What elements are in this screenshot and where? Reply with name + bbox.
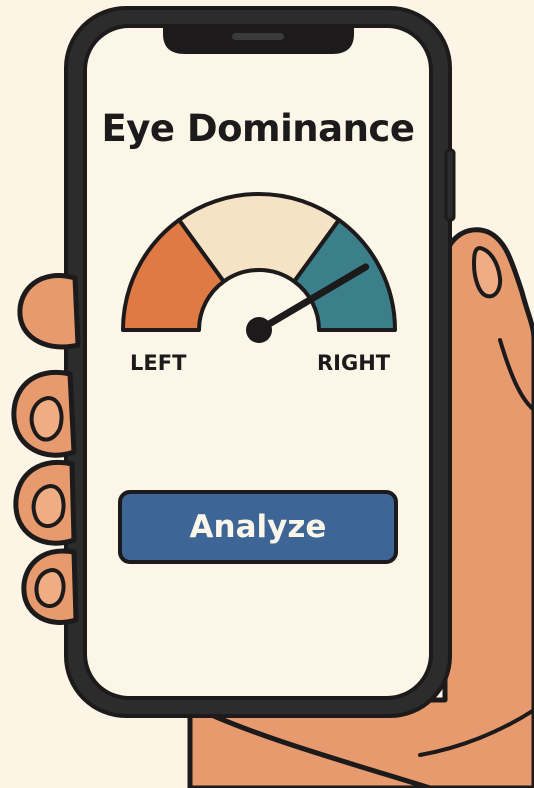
finger-middle-nail <box>29 395 64 442</box>
analyze-button[interactable]: Analyze <box>118 490 398 564</box>
finger-ring-nail <box>31 483 66 528</box>
gauge-needle-hub <box>246 317 272 343</box>
side-button <box>444 148 456 222</box>
gauge-left-label: LEFT <box>130 351 187 375</box>
speaker-grill <box>232 33 284 40</box>
page-title: Eye Dominance <box>101 107 415 150</box>
finger-pinky-nail <box>34 567 66 608</box>
finger-index <box>17 273 81 350</box>
gauge-right-label: RIGHT <box>317 351 391 375</box>
